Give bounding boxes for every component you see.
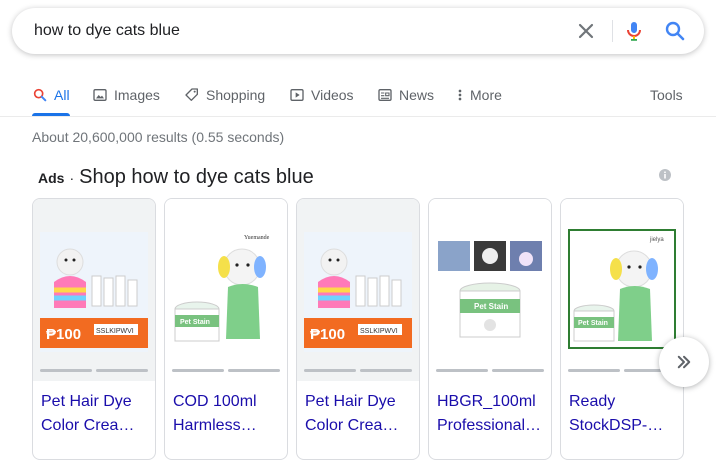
product-title-line: Color Crea… <box>41 417 135 434</box>
product-title[interactable]: Pet Hair Dye Color Crea… <box>41 390 151 438</box>
dog-dye-ad-image: ₱100 SSLKIPWVI <box>40 232 148 352</box>
info-icon[interactable] <box>659 168 671 181</box>
product-title-line: Ready <box>569 393 616 410</box>
result-stats: About 20,600,000 results (0.55 seconds) <box>32 129 285 145</box>
more-vert-icon <box>458 89 462 101</box>
product-image: Yuemande Pet Stain <box>165 199 287 381</box>
product-title[interactable]: Ready StockDSP-… <box>569 390 679 438</box>
tab-all[interactable]: All <box>32 84 70 116</box>
ad-code-text: SSLKIPWVI <box>96 328 134 335</box>
product-image: ₱100 SSLKIPWVI <box>297 199 419 381</box>
tab-label: More <box>470 87 502 103</box>
product-title-line: Professional… <box>437 417 542 434</box>
tab-shopping[interactable]: Shopping <box>184 84 265 106</box>
image-indicator <box>360 369 412 372</box>
product-card[interactable]: jielya Pet Stain Ready StockDSP-… <box>560 198 684 460</box>
dog-pet-stain-image: Yuemande Pet Stain <box>172 229 280 349</box>
image-indicator <box>568 369 620 372</box>
product-image: Pet Stain <box>429 199 551 381</box>
ads-title: Shop how to dye cats blue <box>79 166 314 188</box>
tab-images[interactable]: Images <box>92 84 160 106</box>
tab-more[interactable]: More <box>456 84 502 106</box>
product-title[interactable]: COD 100ml Harmless… <box>173 390 283 438</box>
tab-label: News <box>399 87 435 103</box>
tab-label: Shopping <box>206 87 266 103</box>
product-title-line: Color Crea… <box>305 417 399 434</box>
image-indicator <box>304 369 356 372</box>
tag-icon <box>185 88 198 101</box>
product-title[interactable]: Pet Hair Dye Color Crea… <box>305 390 415 438</box>
search-tabs: All Images Shopping Videos News More Too… <box>0 82 716 117</box>
tab-tools[interactable]: Tools <box>650 84 683 106</box>
product-card[interactable]: ₱100 SSLKIPWVI Pet Hair Dye Color Crea… <box>296 198 420 460</box>
dog-pet-stain-image: jielya Pet Stain <box>568 229 676 349</box>
search-icon <box>33 88 47 102</box>
ad-price-text: ₱100 <box>46 326 81 343</box>
carousel-next-button[interactable] <box>659 337 709 387</box>
ads-separator: · <box>69 170 75 186</box>
product-title-line: Pet Hair Dye <box>305 393 396 410</box>
ad-price-text: ₱100 <box>310 326 345 343</box>
search-bar[interactable]: how to dye cats blue <box>12 8 704 54</box>
image-indicator <box>172 369 224 372</box>
play-icon <box>290 89 304 101</box>
dog-dye-ad-image: ₱100 SSLKIPWVI <box>304 232 412 352</box>
ad-label-text: Pet Stain <box>474 302 508 311</box>
news-icon <box>378 89 392 101</box>
search-icon[interactable] <box>663 19 687 43</box>
tab-label: Videos <box>311 87 354 103</box>
product-image: ₱100 SSLKIPWVI <box>33 199 155 381</box>
tab-videos[interactable]: Videos <box>289 84 354 106</box>
product-card[interactable]: Yuemande Pet Stain COD 100ml Harmless… <box>164 198 288 460</box>
product-title-line: COD 100ml <box>173 393 257 410</box>
product-title[interactable]: HBGR_100ml Professional… <box>437 390 547 438</box>
search-divider <box>612 20 613 42</box>
product-title-line: Pet Hair Dye <box>41 393 132 410</box>
brand-text: jielya <box>649 237 664 243</box>
image-indicator <box>436 369 488 372</box>
image-indicator <box>40 369 92 372</box>
ads-label: Ads <box>38 170 65 186</box>
tab-label: Tools <box>650 87 683 103</box>
brand-text: Yuemande <box>244 235 270 241</box>
image-indicator <box>492 369 544 372</box>
search-input[interactable]: how to dye cats blue <box>34 22 180 40</box>
close-icon[interactable] <box>574 19 598 43</box>
image-icon <box>93 89 107 101</box>
ad-code-text: SSLKIPWVI <box>360 328 398 335</box>
image-indicator <box>228 369 280 372</box>
product-title-line: HBGR_100ml <box>437 393 536 410</box>
product-card[interactable]: ₱100 SSLKIPWVI Pet Hair Dye Color Crea… <box>32 198 156 460</box>
ad-label-text: Pet Stain <box>578 320 608 327</box>
ad-label-text: Pet Stain <box>180 319 210 326</box>
ads-header: Ads · Shop how to dye cats blue <box>38 166 314 189</box>
double-chevron-right-icon <box>677 355 691 369</box>
tab-label: Images <box>114 87 160 103</box>
tab-label: All <box>54 87 70 103</box>
tab-news[interactable]: News <box>377 84 434 106</box>
product-card[interactable]: Pet Stain HBGR_100ml Professional… <box>428 198 552 460</box>
product-title-line: Harmless… <box>173 417 257 434</box>
product-title-line: StockDSP-… <box>569 417 664 434</box>
image-indicator <box>96 369 148 372</box>
microphone-icon[interactable] <box>622 19 646 43</box>
pet-stain-jar-image: Pet Stain <box>436 239 544 359</box>
